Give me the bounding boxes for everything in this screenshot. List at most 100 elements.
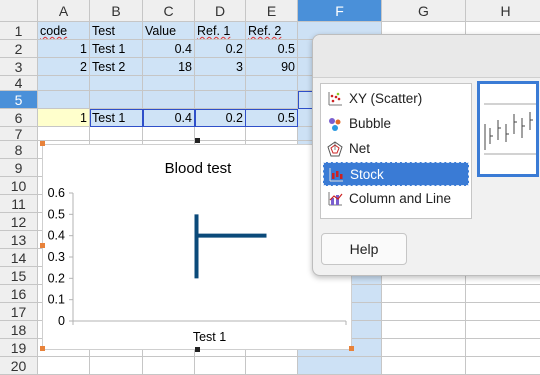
row-header-15[interactable]: 15 bbox=[0, 267, 38, 285]
chart-type-label: XY (Scatter) bbox=[349, 91, 423, 106]
cell-d1-text: Ref. 1 bbox=[197, 24, 231, 38]
grid-cell[interactable] bbox=[38, 357, 90, 375]
column-header-f[interactable]: F bbox=[298, 0, 382, 22]
column-header-a[interactable]: A bbox=[38, 0, 90, 22]
grid-cell[interactable] bbox=[466, 321, 540, 339]
chart-type-bubble[interactable]: Bubble bbox=[323, 112, 469, 136]
resize-handle-n[interactable] bbox=[195, 138, 200, 143]
grid-cell[interactable] bbox=[246, 127, 298, 141]
cell-e2[interactable]: 0.5 bbox=[246, 40, 298, 58]
chart-type-column-and-line[interactable]: Column and Line bbox=[323, 187, 469, 211]
row-header-10[interactable]: 10 bbox=[0, 177, 38, 195]
resize-handle-s[interactable] bbox=[195, 347, 200, 352]
row-header-18[interactable]: 18 bbox=[0, 321, 38, 339]
y-tick-label: 0.3 bbox=[48, 250, 65, 264]
row-header-12[interactable]: 12 bbox=[0, 213, 38, 231]
cell-e1[interactable]: Ref. 2 bbox=[246, 22, 298, 40]
cell-a6[interactable]: 1 bbox=[38, 109, 90, 127]
grid-cell[interactable] bbox=[90, 76, 143, 91]
cell-c2[interactable]: 0.4 bbox=[143, 40, 195, 58]
chart-type-stock[interactable]: Stock bbox=[323, 162, 469, 186]
grid-cell[interactable] bbox=[195, 91, 246, 109]
grid-cell[interactable] bbox=[90, 127, 143, 141]
grid-cell[interactable] bbox=[38, 91, 90, 109]
help-button[interactable]: Help bbox=[321, 233, 407, 265]
stock-chart[interactable]: Blood test 0.6 0.5 0.4 0.3 0.2 0.1 0 Test 1 bbox=[42, 144, 352, 350]
chart-type-xy-scatter[interactable]: XY (Scatter) bbox=[323, 87, 469, 111]
grid-cell[interactable] bbox=[143, 76, 195, 91]
row-header-17[interactable]: 17 bbox=[0, 303, 38, 321]
resize-handle-se[interactable] bbox=[349, 346, 354, 351]
grid-cell[interactable] bbox=[382, 339, 466, 357]
grid-cell[interactable] bbox=[246, 357, 298, 375]
dialog-titlebar[interactable] bbox=[313, 35, 540, 78]
grid-cell[interactable] bbox=[382, 357, 466, 375]
row-header-11[interactable]: 11 bbox=[0, 195, 38, 213]
grid-cell[interactable] bbox=[382, 285, 466, 303]
grid-cell[interactable] bbox=[466, 303, 540, 321]
grid-cell[interactable] bbox=[38, 127, 90, 141]
grid-cell[interactable] bbox=[298, 357, 382, 375]
grid-cell[interactable] bbox=[38, 76, 90, 91]
grid-cell[interactable] bbox=[246, 76, 298, 91]
y-tick-label: 0.6 bbox=[48, 186, 65, 200]
chart-type-dialog[interactable]: XY (Scatter) Bubble Net Stock Column and… bbox=[312, 34, 540, 276]
cell-b3[interactable]: Test 2 bbox=[90, 58, 143, 76]
row-header-16[interactable]: 16 bbox=[0, 285, 38, 303]
row-header-1[interactable]: 1 bbox=[0, 22, 38, 40]
column-header-c[interactable]: C bbox=[143, 0, 195, 22]
y-tick-label: 0 bbox=[58, 314, 65, 328]
column-header-h[interactable]: H bbox=[466, 0, 540, 22]
chart-type-net[interactable]: Net bbox=[323, 137, 469, 161]
row-header-4[interactable]: 4 bbox=[0, 76, 38, 91]
cell-d1[interactable]: Ref. 1 bbox=[195, 22, 246, 40]
grid-cell[interactable] bbox=[143, 357, 195, 375]
grid-cell[interactable] bbox=[466, 285, 540, 303]
column-header-b[interactable]: B bbox=[90, 0, 143, 22]
cell-e3[interactable]: 90 bbox=[246, 58, 298, 76]
row-header-9[interactable]: 9 bbox=[0, 159, 38, 177]
chart-subtype-preview[interactable] bbox=[477, 81, 539, 177]
row-header-14[interactable]: 14 bbox=[0, 249, 38, 267]
column-header-e[interactable]: E bbox=[246, 0, 298, 22]
row-header-19[interactable]: 19 bbox=[0, 339, 38, 357]
cell-a2[interactable]: 1 bbox=[38, 40, 90, 58]
cell-c3[interactable]: 18 bbox=[143, 58, 195, 76]
cell-c1[interactable]: Value bbox=[143, 22, 195, 40]
grid-cell[interactable] bbox=[466, 339, 540, 357]
grid-cell[interactable] bbox=[195, 357, 246, 375]
row-header-13[interactable]: 13 bbox=[0, 231, 38, 249]
grid-cell[interactable] bbox=[90, 357, 143, 375]
grid-cell[interactable] bbox=[195, 76, 246, 91]
row-header-20[interactable]: 20 bbox=[0, 357, 38, 375]
grid-cell[interactable] bbox=[195, 127, 246, 141]
grid-cell[interactable] bbox=[90, 91, 143, 109]
grid-cell[interactable] bbox=[382, 321, 466, 339]
resize-handle-nw[interactable] bbox=[40, 141, 45, 146]
cell-d2[interactable]: 0.2 bbox=[195, 40, 246, 58]
cell-d3[interactable]: 3 bbox=[195, 58, 246, 76]
row-header-3[interactable]: 3 bbox=[0, 58, 38, 76]
cell-a3[interactable]: 2 bbox=[38, 58, 90, 76]
grid-cell[interactable] bbox=[466, 357, 540, 375]
cell-a1[interactable]: code bbox=[38, 22, 90, 40]
select-all-corner[interactable] bbox=[0, 0, 38, 22]
grid-cell[interactable] bbox=[143, 91, 195, 109]
row-header-2[interactable]: 2 bbox=[0, 40, 38, 58]
grid-cell[interactable] bbox=[143, 127, 195, 141]
resize-handle-sw[interactable] bbox=[40, 346, 45, 351]
column-header-g[interactable]: G bbox=[382, 0, 466, 22]
row-header-8[interactable]: 8 bbox=[0, 141, 38, 159]
column-header-d[interactable]: D bbox=[195, 0, 246, 22]
chart-type-list[interactable]: XY (Scatter) Bubble Net Stock Column and… bbox=[320, 83, 472, 219]
row-header-7[interactable]: 7 bbox=[0, 127, 38, 141]
cell-b1[interactable]: Test bbox=[90, 22, 143, 40]
grid-cell[interactable] bbox=[382, 303, 466, 321]
row-header-5[interactable]: 5 bbox=[0, 91, 38, 109]
cell-b2[interactable]: Test 1 bbox=[90, 40, 143, 58]
grid-cell[interactable] bbox=[246, 91, 298, 109]
chart-type-label: Column and Line bbox=[349, 191, 452, 206]
resize-handle-w[interactable] bbox=[40, 243, 45, 248]
row-header-6[interactable]: 6 bbox=[0, 109, 38, 127]
stock-icon bbox=[329, 168, 343, 182]
